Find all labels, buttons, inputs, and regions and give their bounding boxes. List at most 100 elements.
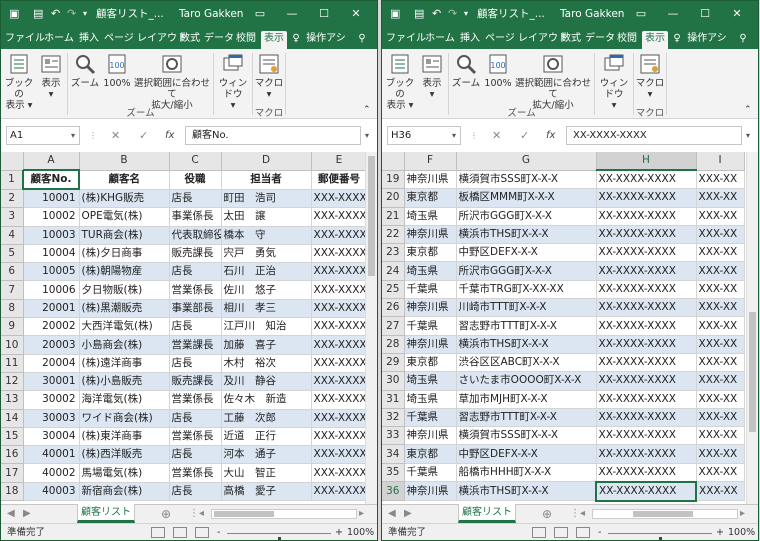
zoom-out-button[interactable]: - xyxy=(217,524,220,540)
tab-view[interactable]: 表示 xyxy=(261,31,287,49)
table-cell[interactable]: (株)西洋販売 xyxy=(79,445,170,465)
table-cell[interactable]: 販売課長 xyxy=(169,372,222,392)
show-button[interactable]: 表示 ▾ xyxy=(418,53,446,100)
table-cell[interactable]: 営業係長 xyxy=(169,427,222,447)
page-layout-view-icon[interactable] xyxy=(173,527,187,538)
row-header-21[interactable]: 21 xyxy=(382,207,405,226)
table-cell[interactable]: 20003 xyxy=(23,335,80,355)
table-cell[interactable]: XX-XXXX-XXXX xyxy=(596,316,697,336)
undo-icon[interactable]: ↶ xyxy=(432,7,441,21)
tab-home[interactable]: ホーム xyxy=(425,31,455,49)
sheet-prev-icon[interactable]: ◀ xyxy=(7,506,15,522)
table-cell[interactable]: 40003 xyxy=(23,482,80,502)
sheet-next-icon[interactable]: ▶ xyxy=(23,506,31,522)
table-cell[interactable]: XXX-XXXX xyxy=(311,354,368,373)
table-cell[interactable]: 相川 孝三 xyxy=(221,299,312,319)
table-cell[interactable]: 草加市MJH町X-X-X xyxy=(456,390,597,409)
collapse-ribbon-icon[interactable]: ⌃ xyxy=(744,105,752,116)
row-header-16[interactable]: 16 xyxy=(1,445,24,465)
row-header-20[interactable]: 20 xyxy=(382,188,405,208)
table-cell[interactable]: XXX-XX xyxy=(696,335,745,354)
zoom-100-button[interactable]: 100 100% xyxy=(483,53,513,89)
save-icon[interactable]: ▤ xyxy=(33,7,43,21)
row-header-31[interactable]: 31 xyxy=(382,390,405,409)
row-header-28[interactable]: 28 xyxy=(382,335,405,354)
window-button[interactable]: ウィンドウ ▾ xyxy=(215,53,251,111)
column-header-B[interactable]: B xyxy=(79,152,170,171)
table-cell[interactable]: 事業係長 xyxy=(169,207,222,227)
table-cell[interactable]: XX-XXXX-XXXX xyxy=(596,225,697,245)
row-header-10[interactable]: 10 xyxy=(1,335,24,355)
row-header-6[interactable]: 6 xyxy=(1,262,24,282)
table-cell[interactable]: 東京都 xyxy=(404,188,457,208)
table-cell[interactable]: 神奈川県 xyxy=(404,225,457,245)
table-cell[interactable]: 中野区DEFX-X-X xyxy=(456,444,597,464)
column-header-D[interactable]: D xyxy=(221,152,312,171)
table-cell[interactable]: 店長 xyxy=(169,354,222,373)
table-cell[interactable]: 習志野市TTT町X-X-X xyxy=(456,408,597,428)
table-cell[interactable]: XX-XXXX-XXXX xyxy=(596,371,697,391)
table-cell[interactable]: (株)小島販売 xyxy=(79,372,170,392)
table-cell[interactable]: (株)遠洋商事 xyxy=(79,354,170,373)
redo-icon[interactable]: ↷ xyxy=(67,7,76,21)
table-cell[interactable]: (株)東洋商事 xyxy=(79,427,170,447)
row-header-11[interactable]: 11 xyxy=(1,354,24,373)
row-header-2[interactable]: 2 xyxy=(1,189,24,209)
table-cell[interactable]: 新宿商会(株) xyxy=(79,482,170,502)
table-cell[interactable]: XXX-XXXX xyxy=(311,244,368,264)
table-cell[interactable]: 習志野市TTT町X-X-X xyxy=(456,316,597,336)
redo-icon[interactable]: ↷ xyxy=(448,7,457,21)
table-cell[interactable]: XX-XXXX-XXXX xyxy=(596,207,697,226)
table-cell[interactable]: さいたま市OOOO町X-X-X xyxy=(456,371,597,391)
table-cell[interactable]: 船橋市HHH町X-X-X xyxy=(456,463,597,483)
name-box[interactable]: H36 ▾ xyxy=(387,126,461,145)
table-cell[interactable]: XX-XXXX-XXXX xyxy=(596,408,697,428)
table-cell[interactable]: 代表取締役 xyxy=(169,226,222,245)
table-cell[interactable]: XXX-XXXX xyxy=(311,207,368,227)
user-name[interactable]: Taro Gakken xyxy=(179,7,243,21)
close-button[interactable]: ✕ xyxy=(347,5,365,23)
insert-function-icon[interactable]: fx xyxy=(165,126,174,145)
table-cell[interactable]: XX-XXXX-XXXX xyxy=(596,353,697,373)
row-header-33[interactable]: 33 xyxy=(382,426,405,446)
table-cell[interactable]: 埼玉県 xyxy=(404,371,457,391)
column-header-A[interactable]: A xyxy=(23,152,80,171)
vertical-scrollbar[interactable] xyxy=(746,152,758,505)
table-cell[interactable]: 店長 xyxy=(169,262,222,282)
table-cell[interactable]: 埼玉県 xyxy=(404,390,457,409)
table-cell[interactable]: 20004 xyxy=(23,354,80,373)
tab-review[interactable]: 校閲 xyxy=(615,31,639,49)
row-header-29[interactable]: 29 xyxy=(382,353,405,373)
tab-page-layout[interactable]: ページ レイアウト xyxy=(104,31,187,49)
tab-tell-me[interactable]: 操作アシ xyxy=(302,31,350,49)
table-cell[interactable]: XXX-XXXX xyxy=(311,372,368,392)
scroll-left-icon[interactable]: ◂ xyxy=(199,506,204,522)
header-cell[interactable]: 顧客名 xyxy=(79,170,170,190)
column-header-F[interactable]: F xyxy=(404,152,457,171)
column-header-H[interactable]: H xyxy=(596,152,697,172)
row-header-17[interactable]: 17 xyxy=(1,463,24,483)
ribbon-display-icon[interactable]: ▭ xyxy=(251,5,269,23)
table-cell[interactable]: XXX-XX xyxy=(696,481,745,502)
table-cell[interactable]: XXX-XX xyxy=(696,316,745,336)
table-cell[interactable]: 店長 xyxy=(169,317,222,337)
header-cell[interactable]: 顧客No. xyxy=(22,169,80,191)
tab-file[interactable]: ファイル xyxy=(5,31,45,49)
table-cell[interactable]: XXX-XX xyxy=(696,188,745,208)
table-cell[interactable]: ワイド商会(株) xyxy=(79,409,170,428)
cancel-icon[interactable]: ✕ xyxy=(111,126,120,145)
table-cell[interactable]: 小島商会(株) xyxy=(79,335,170,355)
horizontal-scrollbar[interactable] xyxy=(211,509,357,519)
table-cell[interactable]: 40002 xyxy=(23,463,80,483)
table-cell[interactable]: 宍戸 勇気 xyxy=(221,244,312,264)
table-cell[interactable]: 江戸川 知治 xyxy=(221,317,312,337)
table-cell[interactable]: 千葉市TRG町X-XX-XX xyxy=(456,280,597,300)
table-cell[interactable]: XXX-XX xyxy=(696,280,745,300)
table-cell[interactable]: 10002 xyxy=(23,207,80,227)
table-cell[interactable]: (株)KHG販売 xyxy=(79,189,170,209)
table-cell[interactable]: 所沢市GGG町X-X-X xyxy=(456,261,597,281)
table-cell[interactable]: OPE電気(株) xyxy=(79,207,170,227)
table-cell[interactable]: 30004 xyxy=(23,427,80,447)
row-header-5[interactable]: 5 xyxy=(1,244,24,264)
table-cell[interactable]: 10006 xyxy=(23,280,80,300)
